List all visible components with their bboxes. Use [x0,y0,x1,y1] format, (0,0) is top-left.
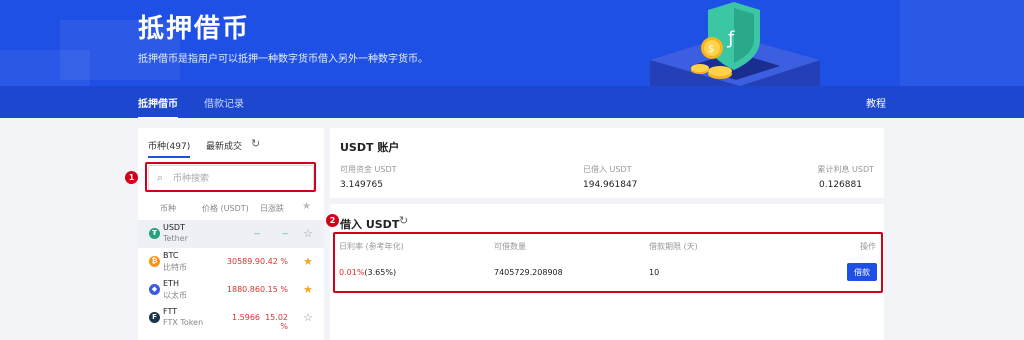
available-label: 可用资金 USDT [340,165,397,174]
coin-name: FTX Token [163,318,204,327]
interest-label: 累计利息 USDT [817,165,874,174]
page-title: 抵押借币 [138,14,251,44]
interest-value: 0.126881 [819,180,862,190]
borrow-highlight-box [333,232,883,293]
coin-name: 比特币 [163,263,187,272]
coin-price: 30589.9 [226,257,260,266]
tutorial-link[interactable]: 教程 [866,95,886,110]
header-change[interactable]: 日涨跌 [260,203,284,214]
coin-symbol: BTC [163,251,179,260]
coin-row[interactable]: ₿ BTC 比特币 30589.9 0.42 % ★ [138,248,324,276]
coin-list-panel: 币种(497) 最新成交 ↻ ⌕ 币种 价格 (USDT) 日涨跌 ★ ₮USD… [138,128,324,340]
coin-name: 以太币 [163,291,187,300]
coin-symbol: ETH [163,279,179,288]
available-value: 3.149765 [340,180,383,190]
account-panel: USDT 账户 可用资金 USDT 3.149765 已借入 USDT 194.… [330,128,884,198]
coin-row[interactable]: ◆ ETH 以太币 1880.86 0.15 % ★ [138,276,324,304]
decorative-block [900,0,1024,90]
coin-name: Tether [163,234,188,243]
borrowed-value: 194.961847 [583,180,638,190]
star-icon: ★ [302,201,311,212]
search-highlight-box [145,162,316,192]
coin-change: 0.42 % [260,257,288,266]
svg-text:ƒ: ƒ [726,28,735,49]
top-nav: 抵押借币 借款记录 教程 [0,86,1024,119]
coin-logo-icon: F [149,312,160,323]
account-title: USDT 账户 [340,141,400,154]
tab-coins[interactable]: 币种(497) [148,139,191,158]
coin-row[interactable]: ₮ USDT Tether -- -- ☆ [138,220,324,248]
svg-text:$: $ [708,44,714,55]
tab-collateral-borrow[interactable]: 抵押借币 [138,95,178,119]
page-subtitle: 抵押借币是指用户可以抵押一种数字货币借入另外一种数字货币。 [138,54,428,65]
coin-change: 0.15 % [260,285,288,294]
refresh-icon[interactable]: ↻ [251,137,260,150]
coin-change: 15.02 % [265,313,288,331]
coin-logo-icon: ₮ [149,228,160,239]
coin-price: 1880.86 [226,285,260,294]
coin-table-header: 币种 价格 (USDT) 日涨跌 ★ [138,198,324,218]
coin-logo-icon: ₿ [149,256,160,267]
coin-row[interactable]: F FTT FTX Token 1.5966 15.02 % ☆ [138,304,324,332]
tab-borrow-records[interactable]: 借款记录 [204,95,244,110]
refresh-icon[interactable]: ↻ [399,214,408,227]
favorite-star-icon[interactable]: ★ [303,255,313,268]
coin-price: 1.5966 [232,313,260,322]
step-marker-2: 2 [326,214,339,227]
step-marker-1: 1 [125,171,138,184]
header-price[interactable]: 价格 (USDT) [202,203,249,214]
coin-logo-icon: ◆ [149,284,160,295]
coin-symbol: USDT [163,223,185,232]
coin-price: -- [254,229,260,238]
coin-change: -- [282,229,288,238]
header-coin[interactable]: 币种 [160,203,176,214]
favorite-star-icon[interactable]: ★ [303,283,313,296]
favorite-star-icon[interactable]: ☆ [303,311,313,324]
coin-symbol: FTT [163,307,178,316]
borrowed-label: 已借入 USDT [583,165,632,174]
tab-latest-trades[interactable]: 最新成交 [206,139,242,152]
favorite-star-icon[interactable]: ☆ [303,227,313,240]
borrow-title: 借入 USDT [340,218,400,231]
